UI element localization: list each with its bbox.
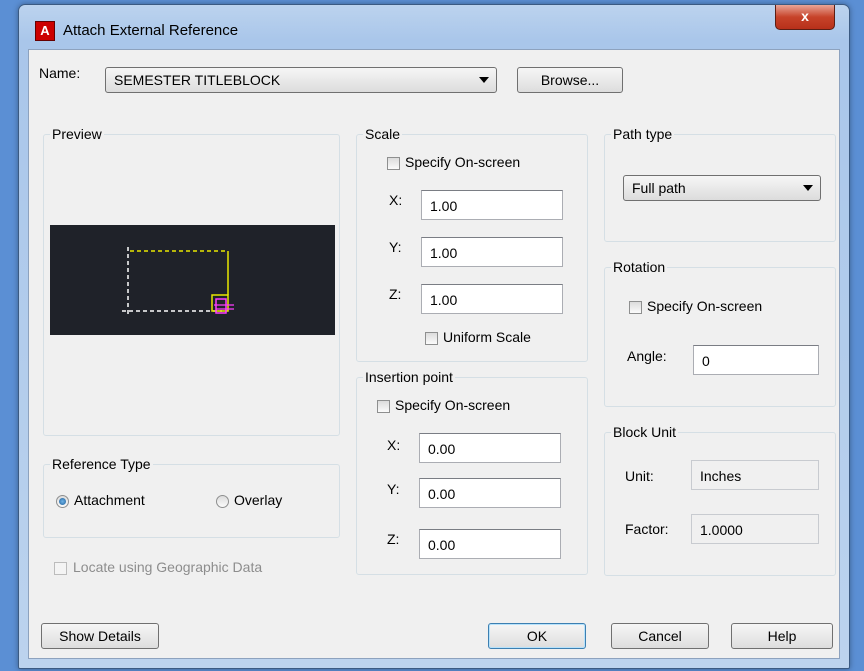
rotation-specify-onscreen-label: Specify On-screen	[647, 298, 763, 314]
rotation-group: Rotation Specify On-screen Angle: 0	[604, 259, 836, 407]
path-type-value: Full path	[632, 180, 686, 196]
title-bar[interactable]: A Attach External Reference x	[19, 5, 849, 49]
reference-type-group: Reference Type Attachment Overlay	[43, 456, 340, 538]
unit-value-box: Inches	[691, 460, 819, 490]
factor-value-box: 1.0000	[691, 514, 819, 544]
dialog-window: A Attach External Reference x Name: SEME…	[18, 4, 850, 669]
dialog-body: Name: SEMESTER TITLEBLOCK Browse... Prev…	[28, 49, 840, 659]
angle-label: Angle:	[627, 348, 667, 364]
name-dropdown-value: SEMESTER TITLEBLOCK	[114, 72, 281, 88]
block-unit-group: Block Unit Unit: Inches Factor: 1.0000	[604, 424, 836, 576]
preview-canvas	[50, 225, 335, 335]
angle-value: 0	[702, 353, 710, 369]
path-type-title: Path type	[611, 126, 675, 142]
scale-specify-onscreen-label: Specify On-screen	[405, 154, 521, 170]
uniform-scale-checkbox[interactable]	[425, 332, 438, 345]
rotation-title: Rotation	[611, 259, 668, 275]
help-button[interactable]: Help	[731, 623, 833, 649]
chevron-down-icon	[479, 77, 489, 83]
show-details-button[interactable]: Show Details	[41, 623, 159, 649]
path-type-dropdown[interactable]: Full path	[623, 175, 821, 201]
close-button[interactable]: x	[775, 5, 835, 30]
cancel-button[interactable]: Cancel	[611, 623, 709, 649]
scale-specify-onscreen-checkbox[interactable]	[387, 157, 400, 170]
reference-type-title: Reference Type	[50, 456, 153, 472]
scale-y-label: Y:	[389, 239, 402, 255]
attachment-label: Attachment	[74, 492, 145, 508]
scale-group: Scale Specify On-screen X: 1.00 Y: 1.00 …	[356, 126, 588, 362]
insertion-specify-onscreen-label: Specify On-screen	[395, 397, 511, 413]
unit-label: Unit:	[625, 468, 654, 484]
scale-x-value: 1.00	[430, 198, 458, 214]
scale-y-value: 1.00	[430, 245, 458, 261]
insertion-specify-onscreen-checkbox[interactable]	[377, 400, 390, 413]
scale-z-input[interactable]: 1.00	[421, 284, 563, 314]
autocad-app-icon[interactable]: A	[35, 21, 55, 41]
preview-group: Preview	[43, 126, 340, 436]
block-unit-title: Block Unit	[611, 424, 679, 440]
rotation-specify-onscreen-checkbox[interactable]	[629, 301, 642, 314]
path-type-group: Path type Full path	[604, 126, 836, 242]
insertion-x-value: 0.00	[428, 441, 456, 457]
insertion-y-input[interactable]: 0.00	[419, 478, 561, 508]
insertion-point-title: Insertion point	[363, 369, 455, 385]
factor-label: Factor:	[625, 521, 669, 537]
insertion-z-label: Z:	[387, 531, 400, 547]
insertion-point-group: Insertion point Specify On-screen X: 0.0…	[356, 369, 588, 575]
scale-y-input[interactable]: 1.00	[421, 237, 563, 267]
scale-x-input[interactable]: 1.00	[421, 190, 563, 220]
geographic-data-checkbox[interactable]	[54, 562, 67, 575]
browse-button[interactable]: Browse...	[517, 67, 623, 93]
overlay-radio[interactable]	[216, 495, 229, 508]
scale-z-value: 1.00	[430, 292, 458, 308]
uniform-scale-label: Uniform Scale	[443, 329, 531, 345]
name-dropdown[interactable]: SEMESTER TITLEBLOCK	[105, 67, 497, 93]
name-label: Name:	[39, 65, 81, 81]
geographic-data-label: Locate using Geographic Data	[73, 559, 263, 575]
ok-button[interactable]: OK	[488, 623, 586, 649]
xref-preview-drawing	[122, 247, 234, 317]
insertion-y-label: Y:	[387, 481, 400, 497]
angle-input[interactable]: 0	[693, 345, 819, 375]
scale-z-label: Z:	[389, 286, 402, 302]
factor-value: 1.0000	[700, 522, 743, 538]
scale-title: Scale	[363, 126, 403, 142]
insertion-x-input[interactable]: 0.00	[419, 433, 561, 463]
insertion-z-input[interactable]: 0.00	[419, 529, 561, 559]
preview-title: Preview	[50, 126, 104, 142]
insertion-y-value: 0.00	[428, 486, 456, 502]
insertion-z-value: 0.00	[428, 537, 456, 553]
chevron-down-icon	[803, 185, 813, 191]
window-title: Attach External Reference	[63, 22, 239, 39]
overlay-label: Overlay	[234, 492, 283, 508]
unit-value: Inches	[700, 468, 742, 484]
attachment-radio[interactable]	[56, 495, 69, 508]
scale-x-label: X:	[389, 192, 403, 208]
insertion-x-label: X:	[387, 437, 401, 453]
